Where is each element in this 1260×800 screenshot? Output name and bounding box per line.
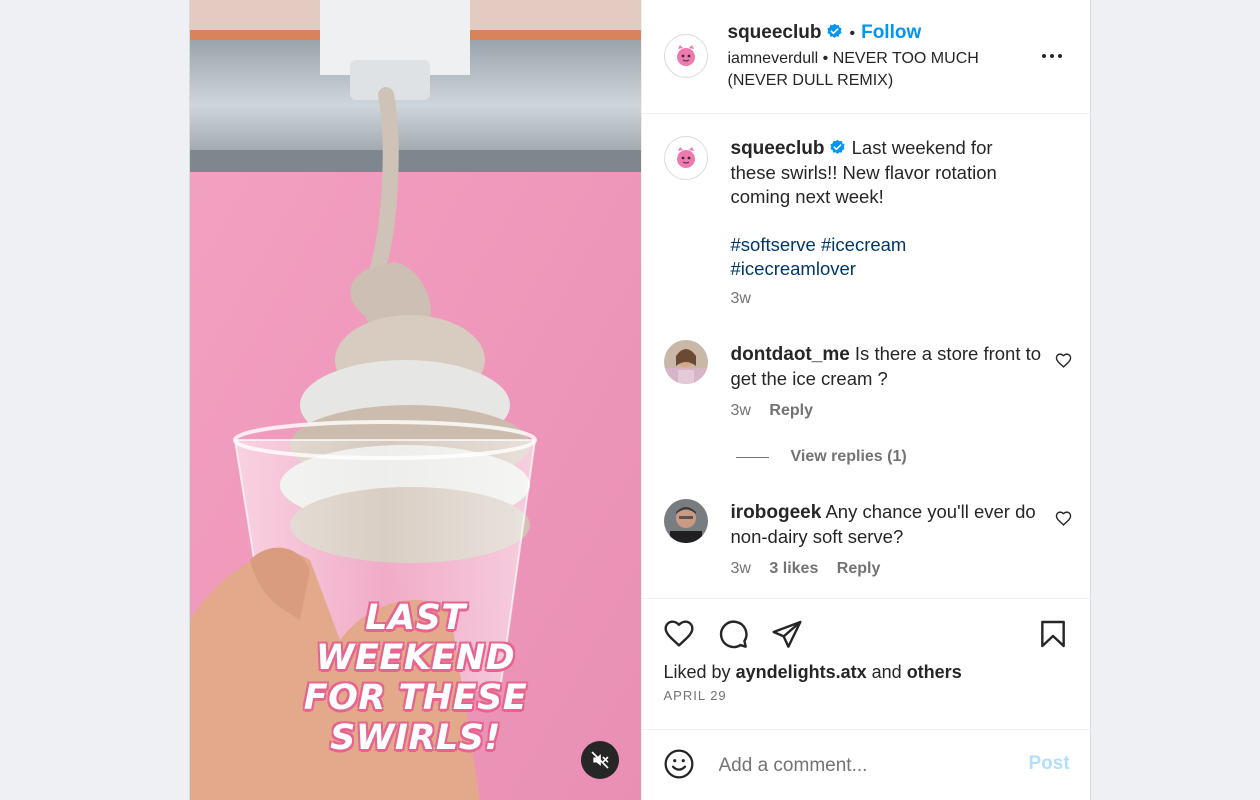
comment-like-heart-icon[interactable] bbox=[1055, 352, 1072, 369]
comment-time[interactable]: 3w bbox=[731, 402, 751, 419]
hashtag-link[interactable]: #icecream bbox=[821, 234, 906, 255]
overlay-line: LAST bbox=[365, 598, 466, 638]
avatar[interactable] bbox=[663, 34, 708, 78]
verified-badge-icon bbox=[827, 23, 843, 38]
bookmark-icon[interactable] bbox=[1037, 618, 1069, 650]
comment-meta: 3w Reply bbox=[731, 402, 813, 420]
caption-time[interactable]: 3w bbox=[731, 290, 751, 308]
header-username[interactable]: squeeclub bbox=[728, 22, 822, 43]
post-comment-button[interactable]: Post bbox=[1029, 753, 1070, 775]
comment-icon[interactable] bbox=[717, 618, 749, 650]
liked-by-others[interactable]: others bbox=[907, 662, 962, 682]
comment-time[interactable]: 3w bbox=[731, 560, 751, 577]
liked-by-user[interactable]: ayndelights.atx bbox=[736, 662, 867, 682]
speaker-muted-icon bbox=[591, 751, 609, 769]
comment-meta: 3w 3 likes Reply bbox=[731, 560, 881, 578]
comment-like-heart-icon[interactable] bbox=[1055, 510, 1072, 527]
comment-username[interactable]: irobogeek bbox=[731, 502, 822, 523]
overlay-line: SWIRLS! bbox=[330, 718, 501, 758]
verified-badge-icon bbox=[830, 139, 846, 154]
view-replies-button[interactable]: View replies (1) bbox=[735, 448, 907, 466]
post-modal: LAST WEEKEND FOR THESE SWIRLS! squeeclub… bbox=[190, 0, 1091, 800]
overlay-line: FOR THESE bbox=[303, 678, 528, 718]
more-horizontal-icon[interactable] bbox=[1040, 44, 1064, 68]
reply-button[interactable]: Reply bbox=[837, 560, 881, 577]
follow-button[interactable]: Follow bbox=[861, 22, 921, 43]
post-media[interactable]: LAST WEEKEND FOR THESE SWIRLS! bbox=[190, 0, 641, 800]
share-icon[interactable] bbox=[771, 618, 803, 650]
header-separator: • bbox=[849, 25, 856, 42]
post-actions: Liked by ayndelights.atx and others APRI… bbox=[641, 598, 1091, 730]
overlay-line: WEEKEND bbox=[315, 638, 516, 678]
hashtag-link[interactable]: #icecreamlover bbox=[731, 258, 856, 279]
caption-username[interactable]: squeeclub bbox=[731, 138, 825, 159]
avatar[interactable] bbox=[663, 340, 708, 384]
replies-divider bbox=[735, 456, 769, 458]
comment-input[interactable] bbox=[716, 752, 1011, 780]
audio-attribution[interactable]: iamneverdull • NEVER TOO MUCH (NEVER DUL… bbox=[728, 48, 1018, 92]
mute-toggle-button[interactable] bbox=[581, 741, 619, 779]
hashtag-link[interactable]: #softserve bbox=[731, 234, 816, 255]
comment-username[interactable]: dontdaot_me bbox=[731, 344, 850, 365]
view-replies-label: View replies (1) bbox=[790, 448, 907, 465]
liked-by-prefix: Liked by bbox=[663, 662, 731, 682]
comment-likes-count[interactable]: 3 likes bbox=[769, 560, 818, 577]
post-sidebar: squeeclub • Follow iamneverdull • NEVER TO… bbox=[640, 0, 1091, 800]
video-overlay-caption: LAST WEEKEND FOR THESE SWIRLS! bbox=[190, 598, 641, 758]
reply-button[interactable]: Reply bbox=[769, 402, 813, 419]
heart-icon[interactable] bbox=[663, 618, 695, 650]
add-comment-bar: Post bbox=[642, 730, 1091, 800]
liked-by: Liked by ayndelights.atx and others bbox=[664, 662, 962, 683]
caption: squeeclub Last weekend for these swirls!… bbox=[731, 136, 1031, 281]
post-date[interactable]: APRIL 29 bbox=[664, 688, 727, 703]
comment-body: irobogeek Any chance you'll ever do non-… bbox=[731, 500, 1046, 549]
emoji-icon[interactable] bbox=[663, 748, 695, 780]
comments-list[interactable]: squeeclub Last weekend for these swirls!… bbox=[642, 114, 1091, 597]
liked-by-and: and bbox=[871, 662, 902, 682]
post-header: squeeclub • Follow iamneverdull • NEVER TO… bbox=[641, 0, 1091, 114]
avatar[interactable] bbox=[663, 136, 708, 180]
squee-logo-icon bbox=[665, 36, 706, 76]
squee-logo-icon bbox=[665, 138, 706, 178]
comment-body: dontdaot_me Is there a store front to ge… bbox=[731, 342, 1046, 391]
avatar[interactable] bbox=[663, 499, 708, 543]
